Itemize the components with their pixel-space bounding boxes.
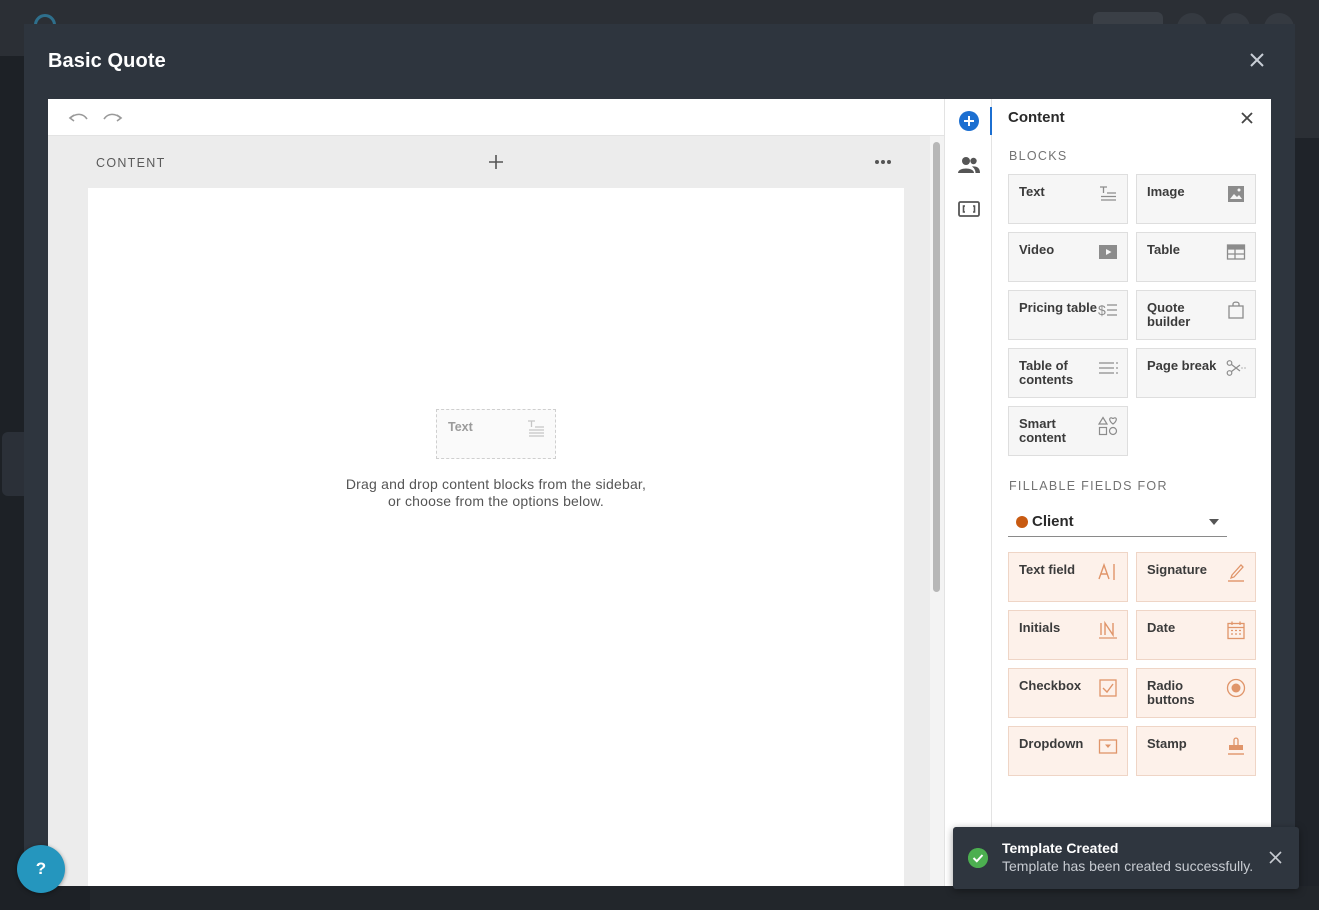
section-label: CONTENT [96,156,166,170]
field-checkbox[interactable]: Checkbox [1008,668,1128,718]
block-pricing-table[interactable]: Pricing table $ [1008,290,1128,340]
tile-label: Text field [1019,562,1076,577]
text-icon [528,420,544,437]
stamp-icon [1228,737,1244,755]
field-radio-buttons[interactable]: Radio buttons [1136,668,1256,718]
tile-label: Dropdown [1019,736,1084,751]
block-smart-content[interactable]: Smart content [1008,406,1128,456]
tile-label: Initials [1019,620,1061,635]
add-section-icon[interactable] [486,152,506,172]
block-video[interactable]: Video [1008,232,1128,282]
scrollbar-thumb[interactable] [933,142,940,592]
background-card [1295,56,1319,138]
background-bottom [90,886,1319,910]
undo-icon[interactable] [68,108,90,128]
placeholder-label: Text [448,420,473,434]
panel-title: Content [1008,109,1065,126]
tile-label: Table of contents [1019,358,1074,387]
tile-label: Stamp [1147,736,1187,751]
document-canvas: CONTENT Text Drag and drop content block… [48,136,930,886]
tile-label: Video [1019,242,1055,257]
toast-message: Template has been created successfully. [1002,858,1254,874]
help-button[interactable]: ? [17,845,65,893]
tile-label: Checkbox [1019,678,1082,693]
table-of-contents-icon [1099,362,1118,374]
image-icon [1228,186,1244,202]
signature-icon [1228,564,1244,582]
text-block-placeholder: Text [436,409,556,459]
modal-body: CONTENT Text Drag and drop content block… [48,99,1271,886]
block-page-break[interactable]: Page break [1136,348,1256,398]
tile-label: Signature [1147,562,1207,577]
more-options-icon[interactable] [872,152,894,172]
tile-label: Radio buttons [1147,678,1195,707]
fillable-fields-heading: FILLABLE FIELDS FOR [1009,479,1168,493]
tile-label: Pricing table [1019,300,1098,315]
redo-icon[interactable] [101,108,123,128]
recipients-icon[interactable] [957,153,981,177]
text-field-icon [1098,562,1115,580]
block-text[interactable]: Text [1008,174,1128,224]
party-dropdown[interactable]: Client [1008,507,1227,537]
date-icon [1227,621,1245,640]
close-toast-icon[interactable] [1269,851,1282,864]
field-text-field[interactable]: Text field [1008,552,1128,602]
page-break-icon [1226,360,1246,376]
close-panel-icon[interactable] [1239,110,1255,126]
field-date[interactable]: Date [1136,610,1256,660]
block-table[interactable]: Table [1136,232,1256,282]
radio-buttons-icon [1226,678,1246,698]
canvas-scrollbar[interactable] [930,136,944,886]
template-modal: Basic Quote CONTENT Text Drag and drop c… [24,24,1295,886]
smart-content-icon [1098,416,1118,436]
party-name: Client [1032,513,1074,530]
add-content-icon[interactable] [957,109,981,133]
tile-label: Text [1019,184,1045,199]
field-signature[interactable]: Signature [1136,552,1256,602]
quote-builder-icon [1228,301,1244,319]
variables-icon[interactable] [957,197,981,221]
blocks-heading: BLOCKS [1009,149,1068,163]
sidebar-tab-rail [944,99,992,886]
field-stamp[interactable]: Stamp [1136,726,1256,776]
document-page[interactable]: Text Drag and drop content blocks from t… [88,188,904,886]
text-icon [1100,186,1116,201]
empty-page-hint: Drag and drop content blocks from the si… [88,476,904,510]
field-dropdown[interactable]: Dropdown [1008,726,1128,776]
pricing-table-icon: $ [1098,302,1117,318]
table-icon [1226,244,1246,260]
content-panel: Content BLOCKS Text Image Video Table Pr… [992,99,1271,886]
tile-label: Smart content [1019,416,1066,445]
tile-label: Image [1147,184,1185,199]
hint-line-2: or choose from the options below. [388,493,604,509]
success-toast: Template Created Template has been creat… [953,827,1299,889]
tile-label: Table [1147,242,1180,257]
check-circle-icon [968,848,988,868]
video-icon [1099,245,1117,259]
field-initials[interactable]: Initials [1008,610,1128,660]
initials-icon [1099,620,1117,639]
close-icon[interactable] [1247,50,1267,70]
tile-label: Page break [1147,358,1217,373]
checkbox-icon [1099,679,1117,697]
block-table-of-contents[interactable]: Table of contents [1008,348,1128,398]
party-color-dot [1016,516,1028,528]
chevron-down-icon [1209,519,1219,525]
toast-title: Template Created [1002,840,1119,856]
editor-toolbar [48,99,944,136]
tile-label: Date [1147,620,1176,635]
block-image[interactable]: Image [1136,174,1256,224]
hint-line-1: Drag and drop content blocks from the si… [345,476,647,492]
block-quote-builder[interactable]: Quote builder [1136,290,1256,340]
dropdown-icon [1098,739,1118,754]
tile-label: Quote builder [1147,300,1191,329]
modal-title: Basic Quote [48,50,166,72]
svg-text:$: $ [1098,302,1106,318]
